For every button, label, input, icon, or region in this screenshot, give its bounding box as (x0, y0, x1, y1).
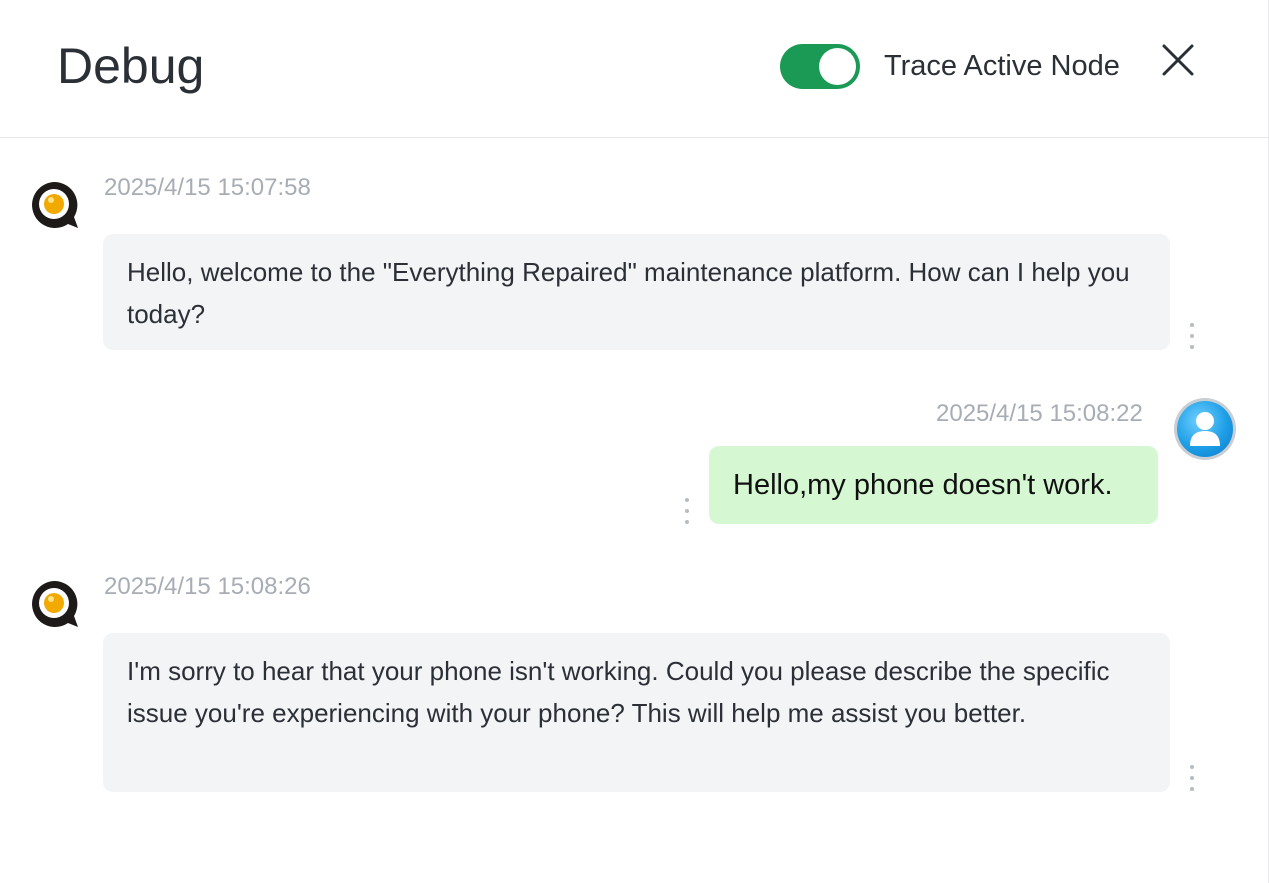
user-avatar-icon (1174, 398, 1236, 460)
assistant-message-bubble: I'm sorry to hear that your phone isn't … (103, 633, 1170, 792)
bot-avatar-icon (30, 579, 80, 629)
debug-header: Debug Trace Active Node (0, 0, 1269, 138)
message-more-icon[interactable] (1185, 323, 1199, 349)
toggle-knob (819, 48, 856, 85)
user-message-bubble: Hello,my phone doesn't work. (709, 446, 1158, 524)
page-title: Debug (57, 38, 205, 94)
trace-active-node-label: Trace Active Node (884, 50, 1120, 82)
message-timestamp: 2025/4/15 15:08:26 (104, 573, 311, 600)
close-button[interactable] (1156, 38, 1200, 82)
trace-active-node-toggle[interactable] (780, 44, 860, 89)
close-icon (1162, 44, 1194, 76)
message-timestamp: 2025/4/15 15:07:58 (104, 174, 311, 201)
assistant-message-bubble: Hello, welcome to the "Everything Repair… (103, 234, 1170, 350)
message-timestamp: 2025/4/15 15:08:22 (936, 400, 1143, 427)
message-more-icon[interactable] (1185, 765, 1199, 791)
bot-avatar-icon (30, 180, 80, 230)
message-more-icon[interactable] (680, 498, 694, 524)
debug-panel: Debug Trace Active Node 2025/4/15 15:07:… (0, 0, 1269, 883)
